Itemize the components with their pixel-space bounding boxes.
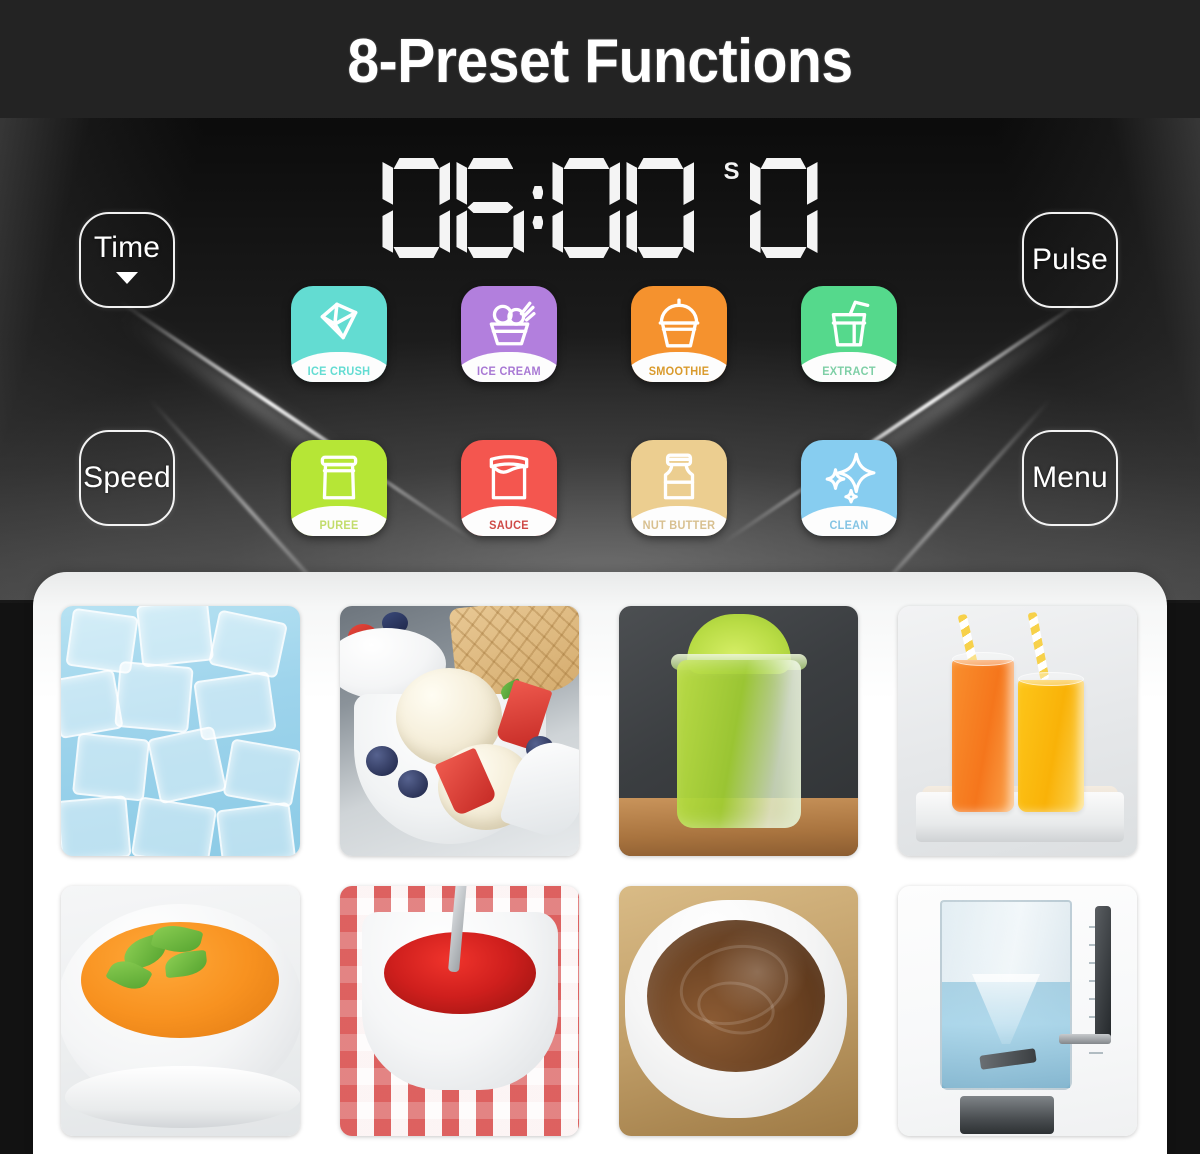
time-button[interactable]: Time [79,212,175,308]
preset-label: PUREE [319,520,359,532]
preset-tile-sauce[interactable]: SAUCE [461,440,557,536]
speed-button-label: Speed [83,461,171,494]
preset-tile-smoothie[interactable]: SMOOTHIE [631,286,727,382]
preset-tile-ice-crush[interactable]: ICE CRUSH [291,286,387,382]
preset-label: ICE CRUSH [307,366,371,378]
timer-readout [379,158,697,258]
photo-extract [898,606,1137,856]
preset-label: SMOOTHIE [648,366,710,378]
preset-label: SAUCE [489,520,529,532]
chevron-down-icon [116,272,138,284]
preset-tile-ice-cream[interactable]: ICE CREAM [461,286,557,382]
butter-jar-icon [631,444,727,510]
menu-button-label: Menu [1032,461,1108,494]
domed-cup-icon [631,290,727,356]
photo-clean [898,886,1137,1136]
timer-digit-3 [552,158,621,258]
pulse-button[interactable]: Pulse [1022,212,1118,308]
photo-nut-butter [619,886,858,1136]
jar-icon [291,444,387,510]
jam-jar-icon [461,444,557,510]
page-title: 8-Preset Functions [347,27,853,96]
cup-straw-icon [801,290,897,356]
preset-label: NUT BUTTER [642,520,716,532]
food-photo-grid [61,606,1139,1146]
preset-tile-extract[interactable]: EXTRACT [801,286,897,382]
pulse-button-label: Pulse [1031,243,1109,276]
time-button-label: Time [93,231,161,264]
ice-cube-icon [291,290,387,356]
title-band: 8-Preset Functions [0,0,1200,118]
photo-ice-cream [340,606,579,856]
ice-cream-cup-icon [461,290,557,356]
preset-tile-clean[interactable]: CLEAN [801,440,897,536]
timer-colon [527,158,549,258]
product-feature-graphic: 8-Preset Functions S Time Pulse Speed Me… [0,0,1200,1154]
menu-button[interactable]: Menu [1022,430,1118,526]
preset-label: CLEAN [829,520,869,532]
preset-label: ICE CREAM [477,366,541,378]
preset-label: EXTRACT [822,366,876,378]
photo-puree [61,886,300,1136]
photo-sauce [340,886,579,1136]
sparkle-icon [801,444,897,510]
speed-unit-label: S [723,158,740,185]
preset-function-grid: ICE CRUSH ICE CREAM SMOOTHIE EXTRACT PUR… [291,286,911,542]
photo-ice-crush [61,606,300,856]
timer-digit-2 [456,158,525,258]
photo-panel [33,572,1167,1154]
preset-tile-puree[interactable]: PUREE [291,440,387,536]
speed-button[interactable]: Speed [79,430,175,526]
speed-digit [749,158,818,258]
led-display: S [0,158,1200,258]
timer-digit-1 [382,158,451,258]
preset-tile-nut-butter[interactable]: NUT BUTTER [631,440,727,536]
timer-digit-4 [626,158,695,258]
photo-smoothie [619,606,858,856]
